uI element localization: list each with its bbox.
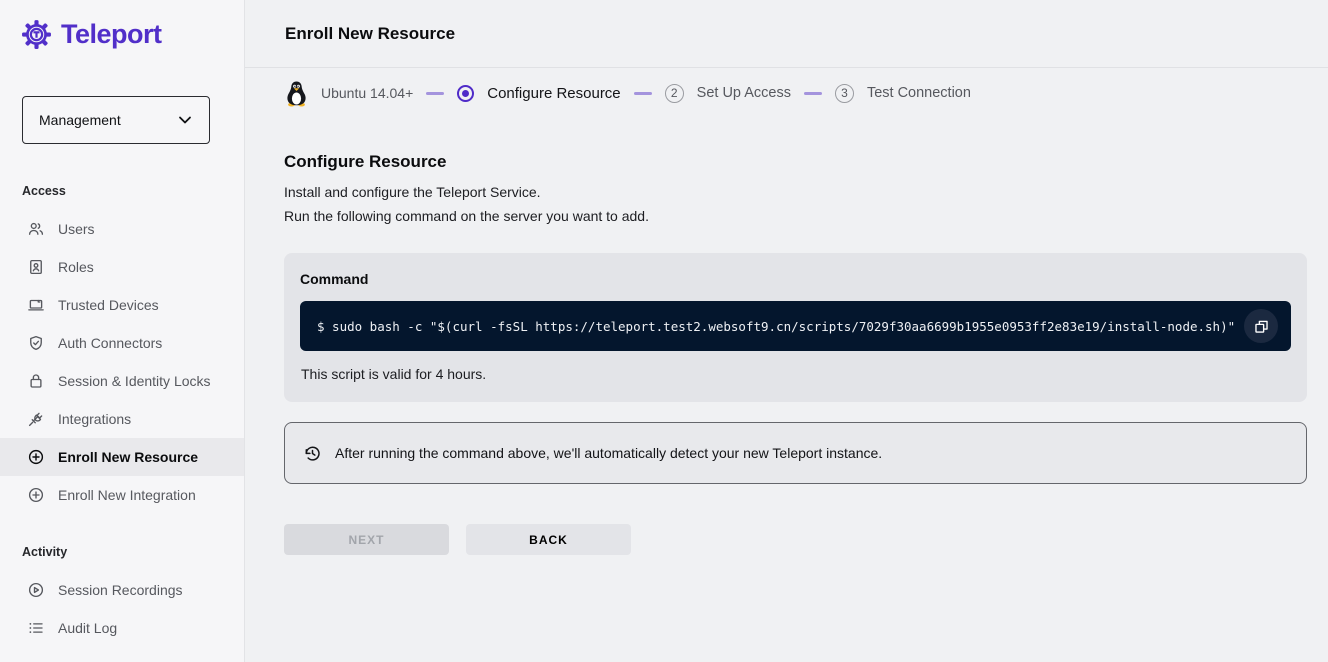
step-configure-resource: Configure Resource — [487, 85, 620, 102]
play-circle-icon — [27, 581, 45, 599]
sidebar-item-auth-connectors[interactable]: Auth Connectors — [0, 324, 244, 362]
sidebar-item-label: Auth Connectors — [58, 335, 162, 351]
auto-detect-info-box: After running the command above, we'll a… — [284, 422, 1307, 484]
sidebar-item-session-recordings[interactable]: Session Recordings — [0, 571, 244, 609]
plug-icon — [27, 410, 45, 428]
shield-check-icon — [27, 334, 45, 352]
page-header: Enroll New Resource — [245, 0, 1328, 68]
active-step-bullet-icon — [457, 85, 474, 102]
sidebar-item-integrations[interactable]: Integrations — [0, 400, 244, 438]
step-connector — [634, 92, 652, 95]
copy-command-button[interactable] — [1244, 309, 1278, 343]
script-validity-note: This script is valid for 4 hours. — [301, 366, 1291, 382]
sidebar-item-roles[interactable]: Roles — [0, 248, 244, 286]
brand-name: Teleport — [61, 19, 162, 50]
auto-detect-info-text: After running the command above, we'll a… — [335, 445, 882, 461]
sidebar-item-label: Trusted Devices — [58, 297, 159, 313]
sidebar-item-enroll-new-integration[interactable]: Enroll New Integration — [0, 476, 244, 514]
sidebar-item-label: Audit Log — [58, 620, 117, 636]
sidebar-item-label: Session & Identity Locks — [58, 373, 211, 389]
sidebar: Teleport Management Access Users Roles T… — [0, 0, 245, 662]
command-terminal: $ sudo bash -c "$(curl -fsSL https://tel… — [300, 301, 1291, 351]
sidebar-item-label: Enroll New Integration — [58, 487, 196, 503]
sidebar-section-activity: Activity — [22, 545, 244, 559]
step-test-connection: Test Connection — [867, 85, 971, 101]
sidebar-item-label: Users — [58, 221, 95, 237]
install-command-text: $ sudo bash -c "$(curl -fsSL https://tel… — [317, 319, 1235, 334]
plus-circle-icon — [27, 486, 45, 504]
lock-icon — [27, 372, 45, 390]
step-description-line2: Run the following command on the server … — [284, 205, 1307, 227]
enrollment-stepper: Ubuntu 14.04+ Configure Resource 2 Set U… — [285, 78, 1328, 108]
stepper-resource-label: Ubuntu 14.04+ — [321, 85, 413, 101]
page-title: Enroll New Resource — [285, 24, 455, 44]
sidebar-item-label: Session Recordings — [58, 582, 183, 598]
back-button[interactable]: BACK — [466, 524, 631, 555]
mode-selector-dropdown[interactable]: Management — [22, 96, 210, 144]
step-actions: NEXT BACK — [284, 524, 1307, 555]
mode-selector-value: Management — [39, 112, 121, 128]
users-icon — [27, 220, 45, 238]
next-button[interactable]: NEXT — [284, 524, 449, 555]
sidebar-item-trusted-devices[interactable]: Trusted Devices — [0, 286, 244, 324]
main-panel: Enroll New Resource Ubuntu 14.04+ Config… — [245, 0, 1328, 662]
history-clock-icon — [303, 444, 322, 463]
command-panel-label: Command — [300, 271, 1291, 287]
sidebar-item-label: Integrations — [58, 411, 131, 427]
step-connector — [804, 92, 822, 95]
teleport-gear-icon — [20, 18, 53, 51]
step-content: Configure Resource Install and configure… — [245, 108, 1328, 555]
sidebar-item-enroll-new-resource[interactable]: Enroll New Resource — [0, 438, 244, 476]
step-set-up-access: Set Up Access — [697, 85, 791, 101]
laptop-icon — [27, 296, 45, 314]
id-card-icon — [27, 258, 45, 276]
copy-icon — [1253, 318, 1270, 335]
sidebar-item-session-identity-locks[interactable]: Session & Identity Locks — [0, 362, 244, 400]
step-heading: Configure Resource — [284, 152, 1307, 172]
step-3-circle: 3 — [835, 84, 854, 103]
list-icon — [27, 619, 45, 637]
sidebar-item-label: Enroll New Resource — [58, 449, 198, 465]
linux-tux-icon — [285, 80, 308, 107]
step-2-circle: 2 — [665, 84, 684, 103]
sidebar-item-users[interactable]: Users — [0, 210, 244, 248]
sidebar-item-audit-log[interactable]: Audit Log — [0, 609, 244, 647]
step-description-line1: Install and configure the Teleport Servi… — [284, 181, 1307, 203]
sidebar-section-access: Access — [22, 184, 244, 198]
teleport-logo[interactable]: Teleport — [0, 0, 244, 52]
chevron-down-icon — [177, 112, 193, 128]
command-panel: Command $ sudo bash -c "$(curl -fsSL htt… — [284, 253, 1307, 402]
step-connector — [426, 92, 444, 95]
sidebar-item-label: Roles — [58, 259, 94, 275]
plus-circle-icon — [27, 448, 45, 466]
